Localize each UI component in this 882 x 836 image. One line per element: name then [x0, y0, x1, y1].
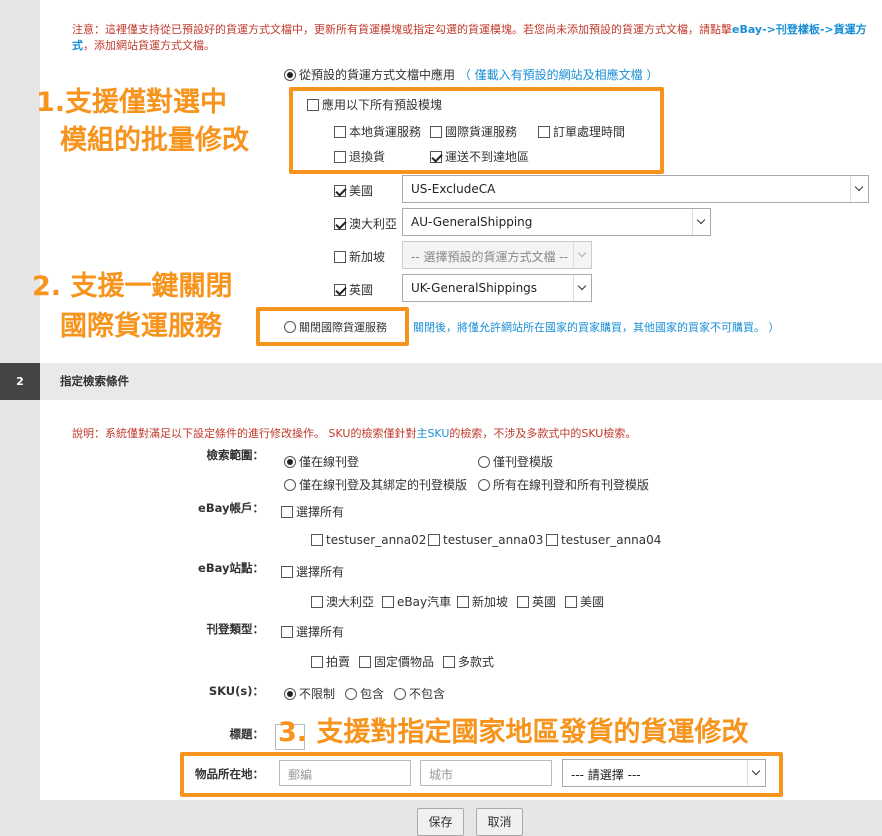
highlight-close-intl-box — [256, 307, 409, 346]
scope-template-only[interactable]: 僅刊登模版 — [478, 453, 553, 470]
scope-online-bound-radio[interactable] — [284, 479, 296, 491]
site-au-checkbox[interactable] — [334, 218, 346, 230]
type-select-all-checkbox[interactable] — [281, 626, 293, 638]
site-us-template-select[interactable]: US-ExcludeCA — [402, 175, 869, 203]
annotation-3: 3. 支援對指定國家地區發貨的貨運修改 — [278, 717, 749, 748]
type-fixed-price[interactable]: 固定價物品 — [359, 653, 434, 670]
title-label: 標題： — [229, 727, 265, 741]
type-auction[interactable]: 拍賣 — [311, 653, 350, 670]
site-uk-checkbox[interactable] — [334, 284, 346, 296]
close-international-hint: 關閉後，將僅允許網站所在國家的買家購買，其他國家的買家不可購買。 ） — [413, 321, 780, 334]
scope-online-bound[interactable]: 僅在線刊登及其綁定的刊登模版 — [284, 476, 467, 493]
chevron-down-icon — [850, 176, 868, 202]
site-sg-template-select: -- 選擇預設的貨運方式文檔 -- — [402, 241, 592, 269]
site-option-uk-checkbox[interactable] — [517, 596, 529, 608]
account-anna02-checkbox[interactable] — [311, 534, 323, 546]
sku-exclude-radio[interactable] — [394, 688, 406, 700]
site-uk-template-select[interactable]: UK-GeneralShippings — [402, 274, 592, 302]
type-multi-variation-checkbox[interactable] — [443, 656, 455, 668]
save-button[interactable]: 保存 — [417, 808, 464, 836]
sku-exclude[interactable]: 不包含 — [394, 685, 445, 702]
type-select-all[interactable]: 選擇所有 — [281, 623, 344, 640]
site-au[interactable]: 澳大利亞 — [334, 215, 397, 232]
sku-label: SKU(s)： — [208, 684, 264, 698]
cancel-button[interactable]: 取消 — [476, 808, 523, 836]
section-number: 2 — [0, 363, 40, 400]
scope-all[interactable]: 所有在線刊登和所有刊登模版 — [478, 476, 649, 493]
site-uk[interactable]: 英國 — [334, 281, 373, 298]
apply-preset-option[interactable]: 從預設的貨運方式文檔中應用 （ 僅載入有預設的網站及相應文檔 ） — [284, 66, 658, 83]
site-au-template-select[interactable]: AU-GeneralShipping — [402, 208, 711, 236]
scope-online-only-radio[interactable] — [284, 456, 296, 468]
site-us-checkbox[interactable] — [334, 185, 346, 197]
scope-all-radio[interactable] — [478, 479, 490, 491]
criteria-notice: 說明：系統僅對滿足以下設定條件的進行修改操作。 SKU的檢索僅針對主SKU的檢索… — [72, 427, 637, 440]
section-2-header: 2 指定檢索條件 — [0, 363, 882, 400]
site-option-uk[interactable]: 英國 — [517, 593, 556, 610]
type-fixed-price-checkbox[interactable] — [359, 656, 371, 668]
annotation-2-line2: 國際貨運服務 — [60, 311, 222, 342]
type-multi-variation[interactable]: 多款式 — [443, 653, 494, 670]
account-label: eBay帳戶： — [198, 501, 264, 515]
site-option-motors-checkbox[interactable] — [382, 596, 394, 608]
site-option-motors[interactable]: eBay汽車 — [382, 593, 451, 610]
chevron-down-icon — [573, 275, 591, 301]
section-title: 指定檢索條件 — [60, 374, 129, 388]
account-select-all-checkbox[interactable] — [281, 506, 293, 518]
scope-online-only[interactable]: 僅在線刊登 — [284, 453, 359, 470]
listing-type-label: 刊登類型： — [206, 622, 265, 636]
scope-label: 檢索範圍： — [206, 448, 265, 462]
site-option-us-checkbox[interactable] — [565, 596, 577, 608]
site-us[interactable]: 美國 — [334, 182, 373, 199]
scope-template-only-radio[interactable] — [478, 456, 490, 468]
annotation-1-line1: 1.支援僅對選中 — [36, 87, 228, 118]
site-option-sg-checkbox[interactable] — [457, 596, 469, 608]
site-select-all-checkbox[interactable] — [281, 566, 293, 578]
site-option-au[interactable]: 澳大利亞 — [311, 593, 374, 610]
apply-preset-hint: （ 僅載入有預設的網站及相應文檔 ） — [458, 68, 659, 82]
annotation-2-line1: 2. 支援一鍵關閉 — [32, 271, 233, 302]
site-select-all[interactable]: 選擇所有 — [281, 563, 344, 580]
account-anna04[interactable]: testuser_anna04 — [546, 533, 661, 547]
chevron-down-icon — [692, 209, 710, 235]
account-anna04-checkbox[interactable] — [546, 534, 558, 546]
type-auction-checkbox[interactable] — [311, 656, 323, 668]
sku-include-radio[interactable] — [345, 688, 357, 700]
site-option-au-checkbox[interactable] — [311, 596, 323, 608]
account-anna03[interactable]: testuser_anna03 — [428, 533, 543, 547]
sku-unlimited-radio[interactable] — [284, 688, 296, 700]
annotation-1-line2: 模組的批量修改 — [60, 125, 249, 156]
account-anna03-checkbox[interactable] — [428, 534, 440, 546]
sku-include[interactable]: 包含 — [345, 685, 384, 702]
site-option-sg[interactable]: 新加坡 — [457, 593, 508, 610]
shipping-notice: 注意：這裡僅支持從已預設好的貨運方式文檔中，更新所有貨運模塊或指定勾選的貨運模塊… — [72, 23, 867, 52]
site-sg-checkbox[interactable] — [334, 251, 346, 263]
account-anna02[interactable]: testuser_anna02 — [311, 533, 426, 547]
account-select-all[interactable]: 選擇所有 — [281, 503, 344, 520]
site-label: eBay站點： — [198, 561, 264, 575]
chevron-down-icon — [573, 242, 591, 268]
apply-preset-radio[interactable] — [284, 69, 296, 81]
highlight-location-box — [180, 752, 783, 797]
site-sg[interactable]: 新加坡 — [334, 248, 385, 265]
highlight-modules-box — [289, 87, 664, 174]
sku-unlimited[interactable]: 不限制 — [284, 685, 335, 702]
site-option-us[interactable]: 美國 — [565, 593, 604, 610]
